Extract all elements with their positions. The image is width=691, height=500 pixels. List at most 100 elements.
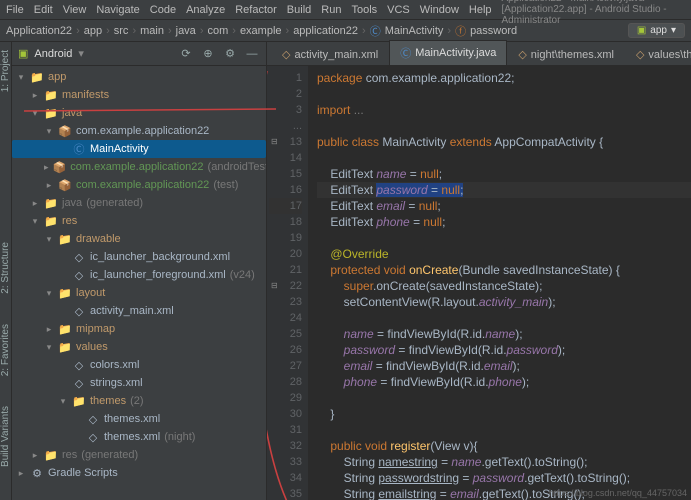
- menu-window[interactable]: Window: [420, 4, 459, 16]
- file-icon: ◇: [86, 413, 100, 426]
- file-icon: 📁: [58, 341, 72, 354]
- tree-label: themes: [90, 395, 126, 407]
- crumb-application22[interactable]: Application22: [6, 25, 72, 37]
- project-tree[interactable]: ▾📁app▸📁manifests▾📁java▾📦com.example.appl…: [12, 66, 266, 500]
- tree-node[interactable]: ◇ colors.xml: [12, 356, 266, 374]
- crumb-example[interactable]: example: [240, 25, 282, 37]
- hide-icon[interactable]: —: [244, 46, 260, 62]
- editor-tab[interactable]: ◇activity_main.xml: [271, 43, 389, 65]
- tree-label: mipmap: [76, 323, 115, 335]
- tree-node[interactable]: ◇ic_launcher_foreground.xml (v24): [12, 266, 266, 284]
- tree-node[interactable]: ▾📁layout: [12, 284, 266, 302]
- tree-label: com.example.application22: [76, 125, 209, 137]
- tree-label: strings.xml: [90, 377, 143, 389]
- file-icon: ◇: [636, 48, 644, 61]
- crumb-application22[interactable]: application22: [293, 25, 358, 37]
- tree-node[interactable]: ◇themes.xml (night): [12, 428, 266, 446]
- chevron-down-icon: ▾: [78, 47, 84, 60]
- menu-analyze[interactable]: Analyze: [186, 4, 225, 16]
- tree-node[interactable]: ▾📦com.example.application22: [12, 122, 266, 140]
- menu-run[interactable]: Run: [321, 4, 341, 16]
- tree-label: ic_launcher_foreground.xml: [90, 269, 226, 281]
- tree-node[interactable]: ◇activity_main.xml: [12, 302, 266, 320]
- tree-label: drawable: [76, 233, 121, 245]
- tree-label: com.example.application22: [76, 179, 209, 191]
- project-view-label[interactable]: Android: [34, 48, 72, 60]
- file-icon: 📁: [58, 323, 72, 336]
- file-icon: 📦: [53, 161, 67, 174]
- tree-node[interactable]: ▸📁java (generated): [12, 194, 266, 212]
- tree-node[interactable]: ▸📁manifests: [12, 86, 266, 104]
- tool-structure[interactable]: 2: Structure: [0, 242, 11, 294]
- tree-label: layout: [76, 287, 105, 299]
- menu-navigate[interactable]: Navigate: [96, 4, 139, 16]
- file-icon: 📁: [44, 107, 58, 120]
- watermark: https://blog.csdn.net/qq_44757034: [549, 488, 687, 498]
- tool-build-variants[interactable]: Build Variants: [0, 406, 11, 467]
- file-icon: 📁: [44, 215, 58, 228]
- menu-build[interactable]: Build: [287, 4, 311, 16]
- editor-tab[interactable]: ◇values\themes.xml: [625, 43, 691, 65]
- tree-node[interactable]: ▾📁drawable: [12, 230, 266, 248]
- crumb-src[interactable]: src: [114, 25, 129, 37]
- menu-edit[interactable]: Edit: [34, 4, 53, 16]
- menu-bar: File Edit View Navigate Code Analyze Refactor B…: [0, 0, 691, 20]
- tree-label: themes.xml: [104, 431, 160, 443]
- tree-node[interactable]: ▾📁themes (2): [12, 392, 266, 410]
- crumb-main[interactable]: main: [140, 25, 164, 37]
- crumb-java[interactable]: java: [176, 25, 196, 37]
- run-config-selector[interactable]: ▣ app ▾: [628, 23, 685, 38]
- tool-favorites[interactable]: 2: Favorites: [0, 324, 11, 376]
- tree-node[interactable]: ▸📁mipmap: [12, 320, 266, 338]
- menu-tools[interactable]: Tools: [351, 4, 377, 16]
- project-panel: ▣ Android ▾ ⟳ ⊕ ⚙ — ▾📁app▸📁manifests▾📁ja…: [12, 42, 267, 500]
- tool-project[interactable]: 1: Project: [0, 50, 11, 92]
- tree-node[interactable]: ▸📦com.example.application22 (test): [12, 176, 266, 194]
- tree-node[interactable]: ▸📁res (generated): [12, 446, 266, 464]
- menu-code[interactable]: Code: [150, 4, 176, 16]
- tree-label: java: [62, 197, 82, 209]
- tree-label: colors.xml: [90, 359, 140, 371]
- left-tool-bar: 1: Project 2: Structure 2: Favorites Bui…: [0, 42, 12, 500]
- file-icon: 📁: [44, 89, 58, 102]
- tree-node[interactable]: ◇ strings.xml: [12, 374, 266, 392]
- menu-refactor[interactable]: Refactor: [235, 4, 277, 16]
- editor-tab[interactable]: ◇night\themes.xml: [507, 43, 625, 65]
- menu-file[interactable]: File: [6, 4, 24, 16]
- editor-tab[interactable]: ⒸMainActivity.java: [389, 40, 507, 65]
- file-icon: ◇: [72, 377, 86, 390]
- collapse-icon[interactable]: ⊕: [200, 46, 216, 62]
- tree-node[interactable]: ⒸMainActivity: [12, 140, 266, 158]
- tree-label: MainActivity: [90, 143, 149, 155]
- crumb-password[interactable]: password: [470, 25, 517, 37]
- tree-label: manifests: [62, 89, 109, 101]
- tree-node[interactable]: ▾📁values: [12, 338, 266, 356]
- menu-vcs[interactable]: VCS: [387, 4, 410, 16]
- tree-label: ic_launcher_background.xml: [90, 251, 230, 263]
- tree-label: Gradle Scripts: [48, 467, 118, 479]
- sync-icon[interactable]: ⟳: [178, 46, 194, 62]
- tree-node[interactable]: ▾📁res: [12, 212, 266, 230]
- tree-node[interactable]: ▸⚙Gradle Scripts: [12, 464, 266, 482]
- tree-node[interactable]: ▾📁app: [12, 68, 266, 86]
- crumb-mainactivity[interactable]: MainActivity: [385, 25, 444, 37]
- file-icon: ⚙: [30, 467, 44, 480]
- menu-view[interactable]: View: [63, 4, 87, 16]
- editor-tabs: ◇activity_main.xmlⒸMainActivity.java◇nig…: [267, 42, 691, 66]
- tree-node[interactable]: ▾📁java: [12, 104, 266, 122]
- gear-icon[interactable]: ⚙: [222, 46, 238, 62]
- file-icon: ◇: [86, 431, 100, 444]
- tree-label: res: [62, 215, 77, 227]
- crumb-app[interactable]: app: [84, 25, 102, 37]
- tree-node[interactable]: ◇themes.xml: [12, 410, 266, 428]
- file-icon: ◇: [72, 251, 86, 264]
- tree-node[interactable]: ◇ ic_launcher_background.xml: [12, 248, 266, 266]
- tree-label: java: [62, 107, 82, 119]
- file-icon: ◇: [72, 359, 86, 372]
- line-gutter[interactable]: 123...⊟131415161718192021⊟22232425262728…: [267, 66, 309, 500]
- code-editor[interactable]: package com.example.application22;import…: [309, 66, 691, 500]
- chevron-down-icon: ▾: [671, 25, 676, 36]
- crumb-com[interactable]: com: [207, 25, 228, 37]
- menu-help[interactable]: Help: [469, 4, 492, 16]
- tree-node[interactable]: ▸📦com.example.application22 (androidTest…: [12, 158, 266, 176]
